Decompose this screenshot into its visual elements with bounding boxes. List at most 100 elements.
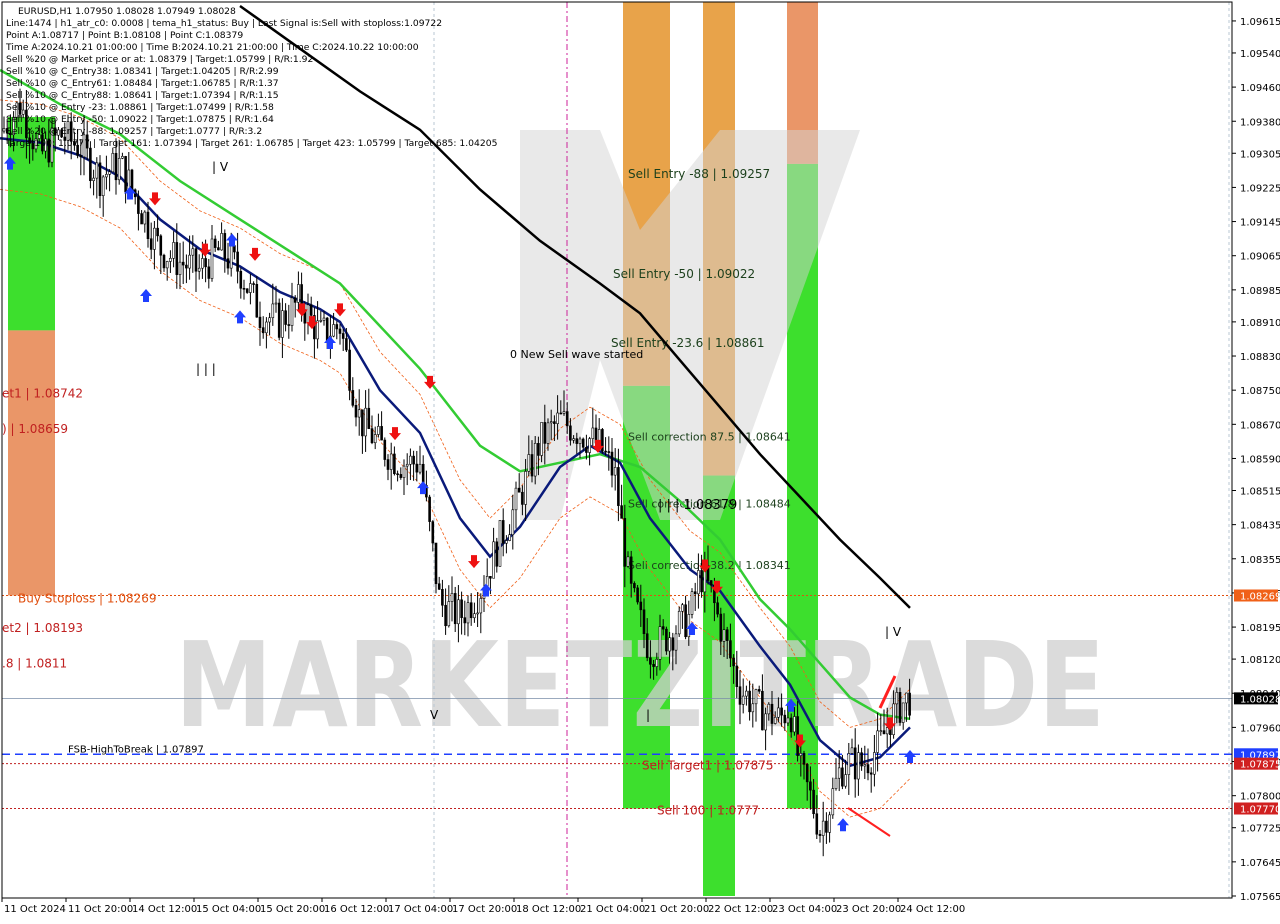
header-line: Target100: 1.0777 | Target 161: 1.07394 … [5,138,498,149]
candle-body [857,752,860,780]
candle-body [501,520,505,544]
price-tick-label: 1.08830 [1240,352,1280,363]
price-tick-label: 1.09305 [1240,149,1280,160]
price-tick-label: 1.08985 [1240,286,1280,297]
candle-body [463,617,467,624]
price-tick-label: 1.09225 [1240,183,1280,194]
candle-body [367,407,371,429]
candle-body [652,663,655,667]
candle-body [585,447,588,453]
candle-body [671,637,675,651]
candle-body [361,409,364,437]
candle-body [309,304,313,316]
candle-body [162,254,166,269]
candle-body [434,542,438,585]
candle-body [850,747,854,754]
price-tick-label: 1.08590 [1240,454,1280,465]
candle-body [402,465,406,478]
candle-body [437,583,441,590]
candle-body [114,153,118,181]
candle-body [607,451,611,453]
header-line: EURUSD,H1 1.07950 1.08028 1.07949 1.0802… [18,6,236,17]
candle-body [457,599,460,625]
candle-body [191,248,195,256]
candle-body [898,692,902,723]
candle-body [847,753,851,775]
price-tick-label: 1.07960 [1240,723,1280,734]
candle-body [197,267,201,272]
price-tag-label: 1.08269 [1240,591,1280,602]
candle-body [156,227,159,237]
candle-body [825,820,828,833]
time-tick-label: 15 Oct 20:00 [260,904,325,915]
candle-body [469,602,473,619]
candle-body [255,284,259,318]
time-tick-label: 11 Oct 2024 [4,904,66,915]
candle-body [405,463,409,467]
candle-body [770,703,774,724]
candle-body [92,177,95,181]
candle-body [223,233,227,259]
candle-body [773,716,777,724]
candle-body [322,317,326,321]
candle-body [521,491,524,505]
candle-body [610,451,614,476]
candle-body [399,474,403,478]
candle-body [620,505,623,519]
candle-body [623,518,627,567]
header-line: Sell %10 @ C_Entry61: 1.08484 | Target:1… [6,78,279,89]
left-label: .8 | 1.0811 [2,656,67,670]
candle-body [460,599,463,618]
candle-body [895,692,899,705]
candle-body [729,640,732,659]
candle-body [882,730,886,735]
candle-body [354,405,358,418]
candle-body [642,609,646,635]
candle-body [604,450,607,453]
candle-body [415,463,419,473]
candle-body [428,496,431,522]
candle-body [450,593,454,602]
candle-body [658,626,662,660]
candle-body [556,412,559,424]
candle-body [258,316,262,328]
candle-body [290,297,294,326]
candle-body [645,633,649,659]
candle-body [764,713,767,731]
candle-body [524,471,527,505]
price-chart[interactable]: MARKETZITRADE Buy Stoploss | 1.08269 FSB-… [0,0,1280,920]
candle-body [265,321,268,334]
candle-body [709,580,713,586]
level-label: Buy Stoploss | 1.08269 [18,591,157,605]
candle-body [719,613,723,642]
candle-body [626,556,630,567]
header-line: Sell %10 @ C_Entry88: 1.08641 | Target:1… [6,90,279,101]
header-line: Sell %10 @ Entry -50: 1.09022 | Target:1… [6,114,274,125]
candle-body [834,777,838,789]
candle-body [549,421,553,424]
candle-body [364,407,367,437]
candle-body [565,411,569,427]
candle-body [441,589,444,606]
candle-body [357,409,361,418]
candle-body [412,455,415,465]
candle-body [876,730,879,753]
candle-body [533,443,537,477]
candle-body [546,422,550,444]
left-label: et2 | 1.08193 [2,621,83,635]
candle-body [649,657,652,665]
candle-body [338,328,342,334]
candle-body [786,717,790,724]
header-line: Sell %20 @ Market price or at: 1.08379 |… [6,54,313,65]
candle-body [629,556,633,584]
candle-body [476,612,479,615]
candle-body [885,727,889,735]
candle-body [860,752,863,767]
candle-body [245,288,249,293]
wave-mark: | V [212,160,229,174]
candle-body [562,411,566,414]
candle-body [821,820,825,836]
pattern-annotation: | | | 1.08379 [658,498,737,513]
candle-body [761,690,764,731]
candle-body [447,601,451,627]
